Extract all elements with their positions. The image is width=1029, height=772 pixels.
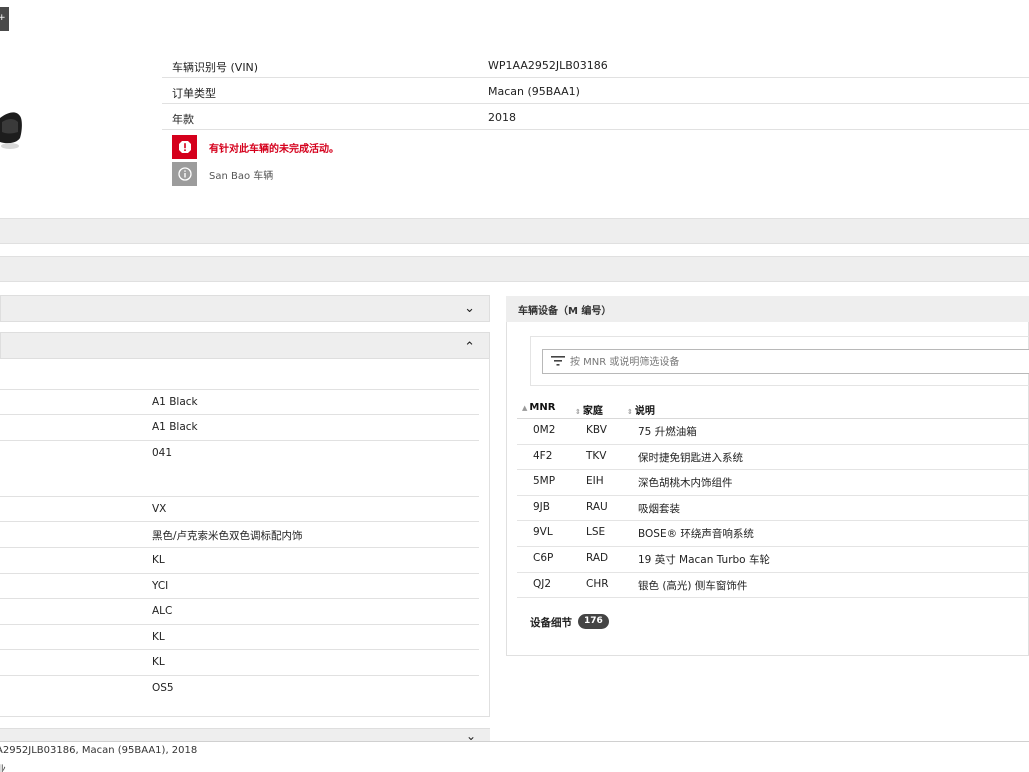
vehicle-note-text: San Bao 车辆 xyxy=(209,171,274,182)
list-item: 黑色/卢克索米色双色调标配内饰 xyxy=(0,522,479,548)
open-activity-alert[interactable]: 有针对此车辆的未完成活动。 xyxy=(172,135,772,159)
info-icon xyxy=(172,162,197,186)
equipment-count-badge: 176 xyxy=(578,614,609,629)
chevron-down-icon: ⌄ xyxy=(464,301,475,316)
column-header-family[interactable]: ⇕ 家庭 xyxy=(575,402,603,417)
info-label: 车辆识别号 (VIN) xyxy=(172,61,259,74)
accordion-collapsed-bottom[interactable]: ⌄ xyxy=(0,728,490,743)
list-item: KL xyxy=(0,625,479,650)
list-item: 041 xyxy=(0,441,479,497)
info-row-vin: 车辆识别号 (VIN) WP1AA2952JLB03186 xyxy=(162,52,1029,78)
info-row-order-type: 订单类型 Macan (95BAA1) xyxy=(162,78,1029,104)
info-value: WP1AA2952JLB03186 xyxy=(488,59,608,72)
info-row-model-year: 年款 2018 xyxy=(162,104,1029,130)
filter-icon xyxy=(551,356,565,366)
table-row[interactable]: 4F2 TKV 保时捷免钥匙进入系统 xyxy=(517,445,1029,471)
equipment-panel-header: 车辆设备（M 编号） xyxy=(506,296,1029,322)
column-header-mnr[interactable]: ▲ MNR xyxy=(522,402,555,413)
info-value: 2018 xyxy=(488,111,516,124)
status-footer: A2952JLB03186, Macan (95BAA1), 2018 业 xyxy=(0,741,1029,772)
equipment-detail-label[interactable]: 设备细节 xyxy=(530,615,572,630)
open-activity-text: 有针对此车辆的未完成活动。 xyxy=(209,144,339,155)
footer-link[interactable]: 业 xyxy=(0,761,6,772)
accordion-expanded[interactable]: ⌃ xyxy=(0,332,490,359)
column-header-description[interactable]: ⇕ 说明 xyxy=(627,402,655,417)
footer-vehicle-summary: A2952JLB03186, Macan (95BAA1), 2018 xyxy=(0,745,198,756)
list-item: KL xyxy=(0,650,479,676)
sort-icon: ⇕ xyxy=(627,408,633,416)
info-label: 年款 xyxy=(172,113,194,126)
warning-icon xyxy=(172,135,197,159)
list-item: OS5 xyxy=(152,682,174,694)
list-item: A1 Black xyxy=(0,390,479,415)
equipment-title: 车辆设备（M 编号） xyxy=(518,306,612,317)
info-value: Macan (95BAA1) xyxy=(488,85,580,98)
section-bar-2[interactable] xyxy=(0,256,1029,282)
list-item: VX xyxy=(0,497,479,522)
table-row[interactable]: 0M2 KBV 75 升燃油箱 xyxy=(517,419,1029,445)
list-item: ALC xyxy=(0,599,479,625)
table-row[interactable]: C6P RAD 19 英寸 Macan Turbo 车轮 xyxy=(517,547,1029,573)
list-item: KL xyxy=(0,548,479,574)
sort-asc-icon: ▲ xyxy=(522,404,528,412)
table-row[interactable]: QJ2 CHR 银色 (高光) 侧车窗饰件 xyxy=(517,573,1029,599)
table-row[interactable]: 5MP EIH 深色胡桃木内饰组件 xyxy=(517,470,1029,496)
list-item: YCI xyxy=(0,574,479,599)
equipment-filter-field[interactable] xyxy=(542,349,1029,374)
section-bar-1[interactable] xyxy=(0,218,1029,244)
sort-icon: ⇕ xyxy=(575,408,581,416)
chevron-up-icon: ⌃ xyxy=(464,340,475,355)
equipment-filter-input[interactable] xyxy=(570,353,970,371)
info-label: 订单类型 xyxy=(172,87,216,100)
table-row[interactable]: 9VL LSE BOSE® 环绕声音响系统 xyxy=(517,521,1029,547)
vehicle-image xyxy=(0,112,22,149)
corner-menu-button[interactable]: + xyxy=(0,7,9,31)
vehicle-note: San Bao 车辆 xyxy=(172,162,772,186)
accordion-collapsed[interactable]: ⌄ xyxy=(0,295,490,322)
list-item xyxy=(0,358,479,390)
table-row[interactable]: 9JB RAU 吸烟套装 xyxy=(517,496,1029,522)
list-item: A1 Black xyxy=(0,415,479,441)
